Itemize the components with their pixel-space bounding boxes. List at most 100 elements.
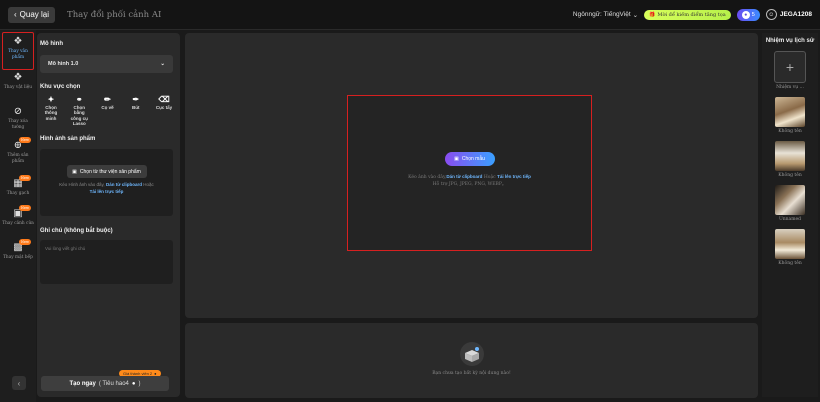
invite-promo-button[interactable]: 🎁 Mời để kiếm điểm tăng tọa (644, 9, 731, 20)
back-label: Quay lại (19, 10, 50, 19)
history-thumbnail[interactable] (775, 97, 805, 127)
history-label: Không tên (778, 129, 802, 134)
coin-icon: ● (741, 10, 750, 19)
lasso-icon: ⚭ (75, 95, 83, 104)
choose-template-button[interactable]: ▣ Chọn mẫu (444, 152, 495, 166)
hint-text: Kéo Hình ảnh vào đây, (59, 182, 105, 187)
note-textarea[interactable]: Vui lòng viết ghi chú (40, 240, 173, 284)
empty-box-icon (459, 341, 485, 367)
direct-upload-link[interactable]: Tải lên trực tiếp (90, 189, 124, 194)
image-icon: ▣ (72, 168, 77, 175)
tool-label: Cục tẩy (155, 105, 173, 110)
product-image-title: Hình ảnh sản phẩm (40, 136, 96, 142)
kitchen-icon: ▩ New (13, 239, 31, 253)
upload-button-label: Chọn từ thư viện sản phẩm (79, 168, 141, 175)
tool-brush[interactable]: ✏ Cọ vẽ (97, 95, 119, 127)
direct-upload-link[interactable]: Tải lên trực tiếp (497, 174, 531, 179)
chevron-down-icon: ⌄ (632, 11, 639, 19)
choose-label: Chọn mẫu (461, 156, 485, 162)
nav-item-tile[interactable]: ▦ New Thay gạch (2, 175, 34, 197)
history-thumbnail[interactable] (775, 185, 805, 215)
history-thumbnail[interactable] (775, 229, 805, 259)
tool-lasso[interactable]: ⚭ Chọn bằng công cụ Lasso (68, 95, 90, 127)
username: JEGA1208 (779, 11, 812, 18)
history-title: Nhiệm vụ lịch sử (765, 38, 815, 44)
nav-item-product-swap[interactable]: ❖ Thay vân phẩm (2, 32, 34, 70)
result-area: Bạn chưa tạo bất kỳ nội dung nào! (185, 323, 758, 398)
model-value: Mô hình 1.0 (48, 61, 79, 67)
tool-label: Bút (132, 105, 140, 110)
avatar-icon: ☺ (765, 9, 777, 20)
nav-item-erase[interactable]: ⊘ Thay xóa tường (2, 106, 34, 130)
new-badge: New (18, 175, 31, 181)
area-section-title: Khu vực chọn (40, 84, 81, 90)
history-item[interactable]: Unnamed (762, 185, 818, 222)
pen-icon: ✒ (132, 95, 140, 104)
chevron-left-icon: ‹ (14, 10, 17, 19)
history-item[interactable]: Không tên (762, 97, 818, 134)
generate-cost-end: ) (138, 380, 141, 387)
generate-label: Tạo ngay (69, 380, 96, 387)
generate-button[interactable]: Tạo ngay ( Tiêu hao4 ● ) (41, 376, 169, 391)
tool-pen[interactable]: ✒ Bút (125, 95, 147, 127)
new-badge: New (18, 137, 31, 143)
nav-item-add-product[interactable]: ⊕ New Thêm sản phẩm (2, 137, 34, 164)
hint-text: Kéo ảnh vào đây, (408, 175, 447, 180)
drop-hint: Kéo ảnh vào đây,Dán từ clipboard Hoặc Tả… (348, 174, 591, 189)
product-swap-icon: ❖ (13, 36, 23, 47)
product-upload-area[interactable]: ▣ Chọn từ thư viện sản phẩm Kéo Hình ảnh… (40, 149, 173, 216)
empty-result-text: Bạn chưa tạo bất kỳ nội dung nào! (432, 371, 511, 376)
selection-tools: ✦ Chọn thông minh ⚭ Chọn bằng công cụ La… (40, 95, 175, 127)
nav-item-label: Thêm sản phẩm (7, 153, 29, 164)
language-selector[interactable]: Ngônngữ: TiếngViệt ⌄ (573, 11, 638, 19)
history-item[interactable]: Không tên (762, 141, 818, 178)
top-bar: ‹ Quay lại Thay đổi phối cảnh AI Ngônngữ… (0, 0, 820, 30)
collapse-sidebar-button[interactable]: ‹ (12, 376, 26, 390)
main-canvas: ▣ Chọn mẫu Kéo ảnh vào đây,Dán từ clipbo… (185, 33, 758, 318)
nav-item-material-swap[interactable]: ❖ Thay vật liệu (2, 72, 34, 91)
material-swap-icon: ❖ (13, 72, 23, 83)
brush-icon: ✏ (104, 95, 111, 104)
note-placeholder: Vui lòng viết ghi chú (45, 246, 86, 251)
new-badge: New (18, 205, 31, 211)
history-thumbnail[interactable] (775, 141, 805, 171)
history-panel: Nhiệm vụ lịch sử + Nhiệm vụ ... Không tê… (762, 33, 818, 397)
plus-icon[interactable]: + (774, 51, 806, 83)
user-menu[interactable]: ☺ JEGA1208 (765, 9, 812, 20)
nav-item-label: Thay xóa tường (8, 119, 28, 130)
erase-icon: ⊘ (13, 106, 23, 117)
door-icon: ▣ New (13, 205, 31, 219)
promo-label: Mời để kiếm điểm tăng tọa (657, 11, 726, 18)
eraser-icon: ⌫ (158, 95, 170, 104)
nav-item-door[interactable]: ▣ New Thay cảnh cửa (2, 205, 34, 227)
gift-icon: 🎁 (649, 11, 656, 18)
image-icon: ▣ (454, 156, 459, 162)
supported-formats: Hỗ trợ JPG, JPEG, PNG, WEBP。 (432, 181, 507, 187)
tool-smart-select[interactable]: ✦ Chọn thông minh (40, 95, 62, 127)
back-button[interactable]: ‹ Quay lại (8, 6, 56, 23)
left-nav: ❖ Thay vân phẩm ❖ Thay vật liệu ⊘ Thay x… (0, 30, 36, 402)
language-label: Ngônngữ: TiếngViệt (572, 11, 631, 18)
tool-eraser[interactable]: ⌫ Cục tẩy (153, 95, 175, 127)
nav-item-kitchen[interactable]: ▩ New Thay mặt bếp (2, 239, 34, 261)
nav-item-label: Thay vân phẩm (8, 49, 28, 60)
paste-clipboard-link[interactable]: Dán từ clipboard (106, 182, 142, 187)
nav-item-label: Thay gạch (6, 191, 30, 196)
tool-label: Cọ vẽ (101, 105, 114, 110)
nav-item-label: Thay vật liệu (3, 85, 33, 90)
generate-cost: ( Tiêu hao4 (98, 380, 129, 387)
new-badge: New (18, 239, 31, 245)
model-section-title: Mô hình (40, 41, 63, 47)
options-panel: Mô hình Mô hình 1.0 ⌄ Khu vực chọn ✦ Chọ… (37, 33, 180, 397)
paste-clipboard-link[interactable]: Dán từ clipboard (446, 174, 482, 179)
tile-icon: ▦ New (13, 175, 31, 189)
model-select[interactable]: Mô hình 1.0 ⌄ (40, 55, 173, 73)
new-task-item[interactable]: + Nhiệm vụ ... (762, 51, 818, 90)
choose-from-library-button[interactable]: ▣ Chọn từ thư viện sản phẩm (66, 165, 147, 178)
credits-badge[interactable]: ● 5 (736, 8, 760, 21)
add-product-icon: ⊕ New (13, 137, 31, 151)
history-item[interactable]: Không tên (762, 229, 818, 266)
hint-text: Hoặc (483, 175, 496, 180)
scene-drop-zone[interactable]: ▣ Chọn mẫu Kéo ảnh vào đây,Dán từ clipbo… (347, 95, 592, 251)
history-label: Không tên (778, 261, 802, 266)
